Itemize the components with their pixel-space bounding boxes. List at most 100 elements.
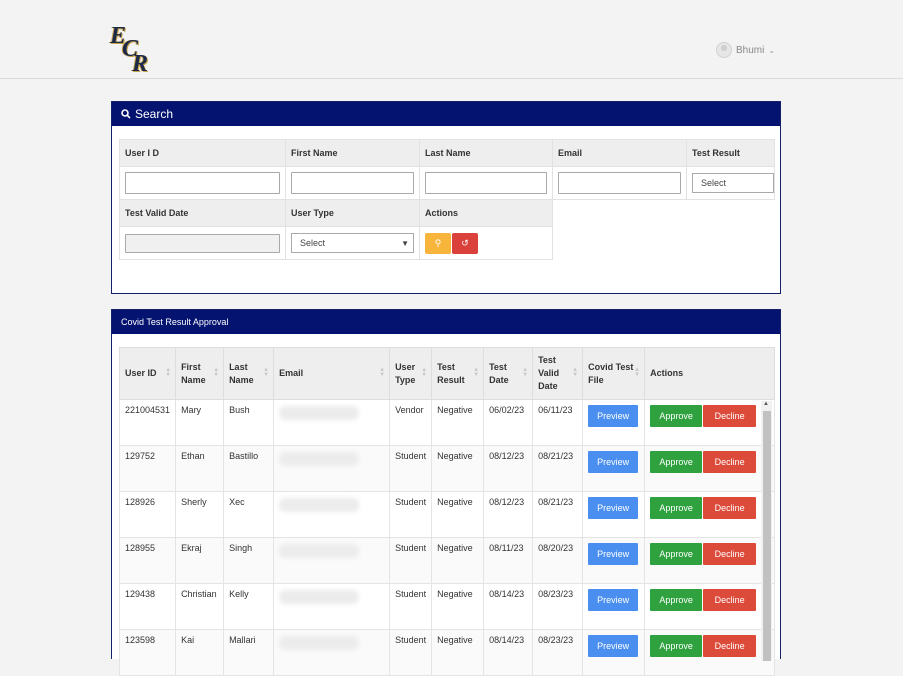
cell-last-name: Mallari: [223, 629, 275, 676]
approve-button[interactable]: Approve: [650, 451, 703, 473]
decline-button[interactable]: Decline: [703, 635, 757, 657]
search-title: Search: [135, 107, 174, 121]
user-menu[interactable]: Bhumi ⌄: [716, 41, 775, 59]
column-header[interactable]: User ID ▲ ▼: [118, 347, 177, 400]
redacted-email: [279, 544, 360, 558]
decline-button[interactable]: Decline: [703, 589, 757, 611]
column-header[interactable]: Test Valid Date ▲ ▼: [532, 347, 584, 400]
cell-test-date: 08/14/23: [483, 629, 534, 676]
label-first-name: First Name: [285, 139, 420, 167]
cell-last-name: Bastillo: [223, 445, 275, 492]
cell-file: Preview: [582, 445, 646, 492]
cell-email: [273, 537, 391, 584]
approve-button[interactable]: Approve: [650, 497, 703, 519]
column-header[interactable]: Test Result ▲ ▼: [431, 347, 485, 400]
test-valid-date-input[interactable]: [125, 233, 280, 253]
cell-user-id: 129438: [118, 583, 177, 630]
approval-title: Covid Test Result Approval: [121, 317, 229, 327]
redacted-email: [279, 590, 360, 604]
chevron-down-icon: ▼: [401, 238, 409, 248]
first-name-input[interactable]: [291, 172, 414, 194]
cell-user-type: Student: [389, 491, 433, 538]
cell-actions: Approve Decline: [644, 445, 776, 492]
decline-button[interactable]: Decline: [703, 451, 757, 473]
search-form: User I D First Name Last Name Email Test…: [119, 139, 775, 260]
decline-button[interactable]: Decline: [703, 497, 757, 519]
decline-button[interactable]: Decline: [703, 405, 757, 427]
table-row: 128926 Sherly Xec Student Negative 08/12/23 08…: [118, 491, 776, 538]
preview-button[interactable]: Preview: [588, 543, 639, 565]
preview-button[interactable]: Preview: [588, 497, 639, 519]
cell-file: Preview: [582, 629, 646, 676]
cell-user-id: 129752: [118, 445, 177, 492]
last-name-input[interactable]: [425, 172, 547, 194]
sort-icon: ▲ ▼: [263, 367, 270, 378]
sort-icon: ▲ ▼: [379, 367, 386, 378]
search-button[interactable]: ⚲: [425, 232, 451, 254]
column-header[interactable]: Covid Test File ▲ ▼: [582, 347, 646, 400]
cell-last-name: Kelly: [223, 583, 275, 630]
cell-test-date: 08/12/23: [483, 445, 534, 492]
test-result-select[interactable]: Select: [692, 173, 774, 193]
redacted-email: [279, 452, 360, 466]
redacted-email: [279, 406, 360, 420]
search-icon: [121, 109, 131, 119]
approve-button[interactable]: Approve: [650, 589, 703, 611]
column-header[interactable]: User Type ▲ ▼: [389, 347, 433, 400]
preview-button[interactable]: Preview: [588, 451, 639, 473]
column-header[interactable]: First Name ▲ ▼: [175, 347, 225, 400]
avatar: [716, 42, 732, 58]
redacted-email: [279, 636, 360, 650]
label-last-name: Last Name: [419, 139, 553, 167]
label-actions: Actions: [419, 199, 553, 227]
approve-button[interactable]: Approve: [650, 635, 703, 657]
approve-button[interactable]: Approve: [650, 405, 703, 427]
cell-actions: Approve Decline: [644, 491, 776, 538]
email-input[interactable]: [558, 172, 681, 194]
reset-button[interactable]: ↺: [452, 232, 478, 254]
preview-button[interactable]: Preview: [588, 589, 639, 611]
sort-icon: ▲ ▼: [522, 367, 529, 378]
cell-user-type: Student: [389, 445, 433, 492]
label-user-type: User Type: [285, 199, 420, 227]
search-icon: ⚲: [434, 237, 442, 248]
cell-file: Preview: [582, 583, 646, 630]
preview-button[interactable]: Preview: [588, 635, 639, 657]
user-type-select[interactable]: Select ▼: [291, 233, 414, 253]
sort-icon: ▲ ▼: [165, 367, 172, 378]
cell-actions: Approve Decline: [644, 583, 776, 630]
logo-letter: R: [132, 51, 149, 77]
label-test-valid-date: Test Valid Date: [119, 199, 286, 227]
table-row: 128955 Ekraj Singh Student Negative 08/11/23 0…: [118, 537, 776, 584]
cell-first-name: Kai: [175, 629, 225, 676]
sort-icon: ▲ ▼: [473, 367, 480, 378]
ecr-logo[interactable]: E C R: [108, 23, 156, 77]
cell-valid-date: 08/23/23: [532, 629, 584, 676]
column-header[interactable]: Test Date ▲ ▼: [483, 347, 534, 400]
cell-email: [273, 629, 391, 676]
cell-user-id: 128926: [118, 491, 177, 538]
cell-test-result: Negative: [431, 537, 485, 584]
scroll-up-icon[interactable]: ▲: [763, 401, 769, 407]
user-id-input[interactable]: [125, 172, 280, 194]
decline-button[interactable]: Decline: [703, 543, 757, 565]
approve-button[interactable]: Approve: [650, 543, 703, 565]
table-row: 129438 Christian Kelly Student Negative 08/14…: [118, 583, 776, 630]
column-header[interactable]: Email ▲ ▼: [273, 347, 391, 400]
cell-first-name: Sherly: [175, 491, 225, 538]
cell-first-name: Mary: [175, 399, 225, 446]
cell-user-id: 221004531: [118, 399, 177, 446]
cell-email: [273, 491, 391, 538]
vertical-scrollbar[interactable]: ▲: [761, 401, 772, 661]
scrollbar-thumb[interactable]: [763, 411, 771, 661]
user-name: Bhumi: [736, 44, 765, 56]
cell-user-type: Student: [389, 537, 433, 584]
sort-icon: ▲ ▼: [213, 367, 220, 378]
preview-button[interactable]: Preview: [588, 405, 639, 427]
search-panel-header: Search: [112, 102, 780, 126]
column-header[interactable]: Last Name ▲ ▼: [223, 347, 275, 400]
table-row: 221004531 Mary Bush Vendor Negative 06/02/23 0…: [118, 399, 776, 446]
label-email: Email: [552, 139, 687, 167]
cell-test-result: Negative: [431, 399, 485, 446]
table-row: 123598 Kai Mallari Student Negative 08/14/23 0…: [118, 629, 776, 676]
